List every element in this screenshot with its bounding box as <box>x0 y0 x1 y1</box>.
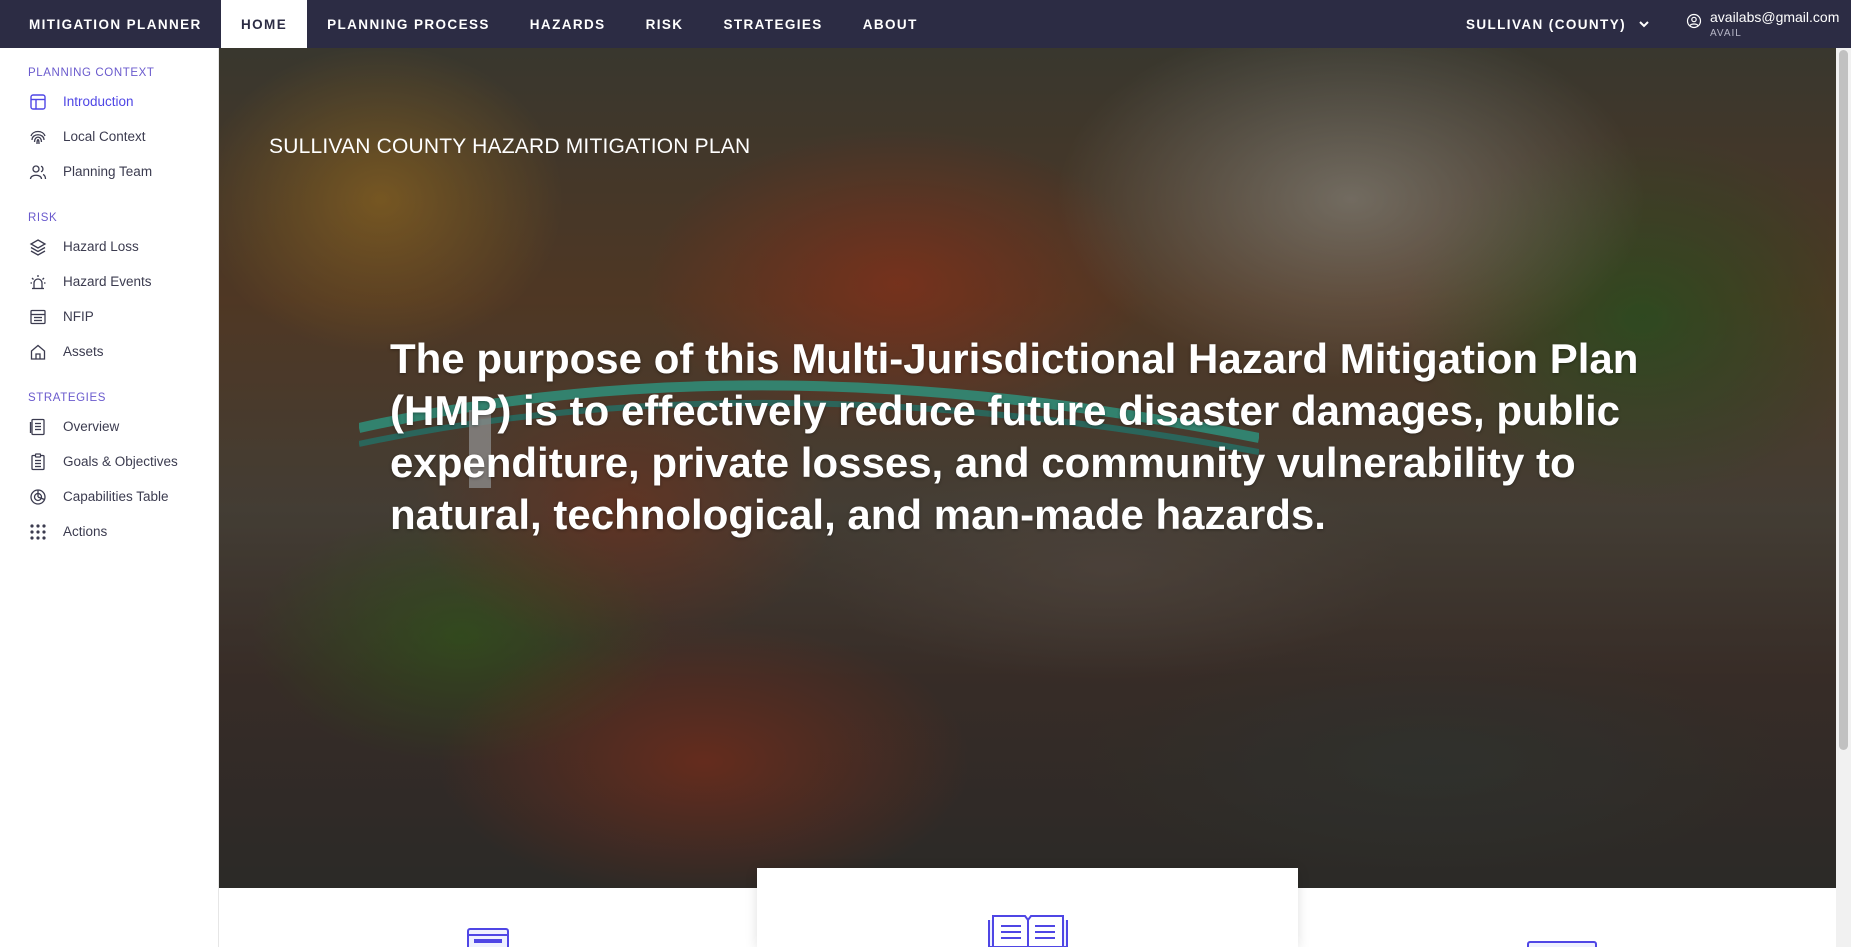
sidebar-item-label: Goals & Objectives <box>63 454 178 469</box>
tab-strategies[interactable]: STRATEGIES <box>703 0 842 48</box>
layers-icon <box>29 238 47 256</box>
fingerprint-icon <box>29 128 47 146</box>
sidebar-item-nfip[interactable]: NFIP <box>0 299 218 334</box>
sidebar-item-planning-team[interactable]: Planning Team <box>0 154 218 189</box>
document-icon <box>29 418 47 436</box>
sidebar-item-goals-objectives[interactable]: Goals & Objectives <box>0 444 218 479</box>
browser-window-icon <box>467 928 509 947</box>
tab-hazards[interactable]: HAZARDS <box>510 0 626 48</box>
users-icon <box>29 163 47 181</box>
main-nav: HOME PLANNING PROCESS HAZARDS RISK STRAT… <box>221 0 938 48</box>
alarm-icon <box>29 273 47 291</box>
sidebar-item-label: Assets <box>63 344 104 359</box>
panel-icon <box>1527 941 1597 947</box>
tab-risk[interactable]: RISK <box>626 0 704 48</box>
sidebar-item-label: Hazard Loss <box>63 239 139 254</box>
sidebar-item-label: Hazard Events <box>63 274 152 289</box>
sidebar-item-label: Local Context <box>63 129 146 144</box>
sidebar-item-hazard-events[interactable]: Hazard Events <box>0 264 218 299</box>
sidebar-item-actions[interactable]: Actions <box>0 514 218 549</box>
user-org: AVAIL <box>1710 28 1742 39</box>
user-menu[interactable]: availabs@gmail.com AVAIL <box>1686 9 1851 39</box>
page-scrollbar[interactable] <box>1836 48 1851 947</box>
hero-banner: SULLIVAN COUNTY HAZARD MITIGATION PLAN T… <box>219 48 1836 888</box>
home-icon <box>29 343 47 361</box>
sidebar-item-overview[interactable]: Overview <box>0 409 218 444</box>
tab-about[interactable]: ABOUT <box>843 0 938 48</box>
county-dropdown-label: SULLIVAN (COUNTY) <box>1465 16 1626 32</box>
scrollbar-thumb[interactable] <box>1839 50 1848 750</box>
purpose-statement: The purpose of this Multi-Jurisdictional… <box>390 335 1639 538</box>
sidebar-item-assets[interactable]: Assets <box>0 334 218 369</box>
sidebar-item-label: NFIP <box>63 309 94 324</box>
open-book-icon <box>987 915 1068 947</box>
pie-icon <box>29 488 47 506</box>
layout-icon <box>29 93 47 111</box>
sidebar-item-label: Introduction <box>63 94 134 109</box>
archive-icon <box>29 308 47 326</box>
sidebar-section-planning-context: PLANNING CONTEXT <box>28 67 155 79</box>
sidebar-item-label: Capabilities Table <box>63 489 169 504</box>
grid-dots-icon <box>29 523 47 541</box>
user-email: availabs@gmail.com <box>1710 9 1840 25</box>
user-circle-icon <box>1686 13 1702 29</box>
sidebar-item-hazard-loss[interactable]: Hazard Loss <box>0 229 218 264</box>
tab-planning-process[interactable]: PLANNING PROCESS <box>307 0 510 48</box>
sidebar-item-label: Actions <box>63 524 108 539</box>
chevron-down-icon <box>1639 21 1649 28</box>
nav-right: SULLIVAN (COUNTY) availabs@gmail.com AVA… <box>1466 0 1851 48</box>
sidebar-section-risk: RISK <box>28 212 58 224</box>
checklist-icon <box>29 452 47 471</box>
sidebar-item-introduction[interactable]: Introduction <box>0 84 218 119</box>
sidebar-item-local-context[interactable]: Local Context <box>0 119 218 154</box>
brand-logo[interactable]: MITIGATION PLANNER <box>0 17 221 32</box>
sidebar-item-label: Overview <box>63 419 120 434</box>
sidebar-section-strategies: STRATEGIES <box>28 392 106 404</box>
page-title: SULLIVAN COUNTY HAZARD MITIGATION PLAN <box>269 135 751 158</box>
sidebar-item-capabilities-table[interactable]: Capabilities Table <box>0 479 218 514</box>
sidebar-item-label: Planning Team <box>63 164 153 179</box>
top-navbar: MITIGATION PLANNER HOME PLANNING PROCESS… <box>0 0 1851 48</box>
featured-card[interactable] <box>757 868 1298 947</box>
county-dropdown[interactable]: SULLIVAN (COUNTY) <box>1466 17 1650 32</box>
sidebar: PLANNING CONTEXT Introduction Local Cont… <box>0 48 219 947</box>
tab-home[interactable]: HOME <box>221 0 308 48</box>
